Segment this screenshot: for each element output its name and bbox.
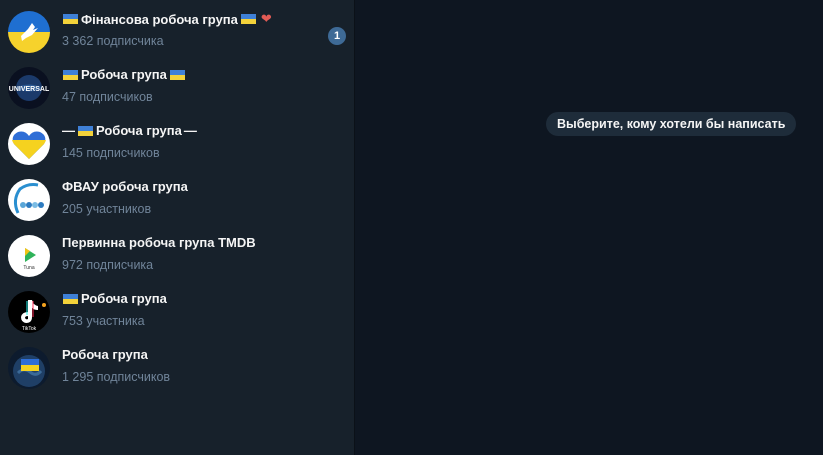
dove-icon: [8, 11, 50, 53]
avatar: TikTok: [8, 291, 50, 333]
chat-title-suffix: —: [183, 123, 197, 138]
chat-subtitle: 1 295 подписчиков: [62, 370, 171, 384]
ukraine-flag-icon: [63, 69, 78, 80]
chat-row-financial-group[interactable]: Фінансова робоча група ❤ 3 362 подписчик…: [0, 4, 355, 60]
chat-row-working-group-1[interactable]: UNIVERSAL Робоча група 47 подписчиков: [0, 60, 355, 116]
chat-subtitle: 47 подписчиков: [62, 90, 153, 104]
avatar: [8, 11, 50, 53]
avatar: UNIVERSAL: [8, 67, 50, 109]
play-logo-icon: Tuna: [8, 235, 50, 277]
chat-row-working-group-2[interactable]: — Робоча група — 145 подписчиков: [0, 116, 355, 172]
avatar: [8, 179, 50, 221]
chat-title-prefix: —: [62, 123, 75, 138]
chat-row-tmdb-group[interactable]: Tuna Первинна робоча група TMDB 972 подп…: [0, 228, 355, 284]
avatar: [8, 347, 50, 389]
telegram-window: Фінансова робоча група ❤ 3 362 подписчик…: [0, 0, 823, 455]
chat-title-text: Фінансова робоча група: [81, 11, 238, 27]
chat-title: Робоча група: [62, 291, 167, 306]
avatar: Tuna: [8, 235, 50, 277]
universal-logo-text: UNIVERSAL: [9, 86, 50, 93]
chat-subtitle: 3 362 подписчика: [62, 34, 164, 48]
chat-row-fvau-group[interactable]: ФВАУ робоча група 205 участников: [0, 172, 355, 228]
avatar: [8, 123, 50, 165]
fvau-logo-icon: [8, 179, 50, 221]
chat-title-text: Робоча група: [81, 291, 167, 306]
chat-title-text: ФВАУ робоча група: [62, 179, 188, 194]
chat-area: Выберите, кому хотели бы написать: [356, 0, 823, 455]
heart-icon: ❤: [260, 11, 272, 26]
chat-list[interactable]: Фінансова робоча група ❤ 3 362 подписчик…: [0, 0, 355, 455]
tiktok-logo-text: TikTok: [22, 326, 37, 332]
unread-badge: 1: [328, 27, 346, 45]
chat-subtitle: 205 участников: [62, 202, 152, 216]
ukraine-flag-icon: [63, 293, 78, 304]
chat-title-text: Первинна робоча група TMDB: [62, 235, 256, 250]
chat-title-text: Робоча група: [96, 123, 182, 138]
chat-subtitle: 145 подписчиков: [62, 146, 160, 160]
chat-title: ФВАУ робоча група: [62, 179, 188, 194]
chat-title: Фінансова робоча група ❤: [62, 11, 272, 27]
tiktok-icon: TikTok: [8, 291, 50, 333]
chat-title: — Робоча група —: [62, 123, 197, 138]
chat-title: Первинна робоча група TMDB: [62, 235, 256, 250]
chat-subtitle: 972 подписчика: [62, 258, 154, 272]
chat-row-working-group-4[interactable]: Робоча група 1 295 подписчиков: [0, 340, 355, 396]
chat-title: Робоча група: [62, 347, 148, 362]
ukraine-flag-icon: [240, 14, 256, 24]
play-logo-text: Tuna: [23, 265, 34, 271]
chat-title-text: Робоча група: [81, 67, 167, 82]
earth-flag-icon: [8, 347, 50, 389]
ukraine-heart-icon: [8, 123, 50, 165]
ukraine-flag-icon: [169, 69, 185, 80]
ukraine-flag-icon: [78, 125, 93, 136]
chat-title: Робоча група: [62, 67, 186, 82]
select-chat-message: Выберите, кому хотели бы написать: [546, 112, 797, 136]
chat-subtitle: 753 участника: [62, 314, 145, 328]
chat-row-working-group-3[interactable]: TikTok Робоча група 753 участника: [0, 284, 355, 340]
chat-title-text: Робоча група: [62, 347, 148, 362]
ukraine-flag-icon: [63, 14, 78, 24]
universal-globe-icon: UNIVERSAL: [8, 67, 50, 109]
